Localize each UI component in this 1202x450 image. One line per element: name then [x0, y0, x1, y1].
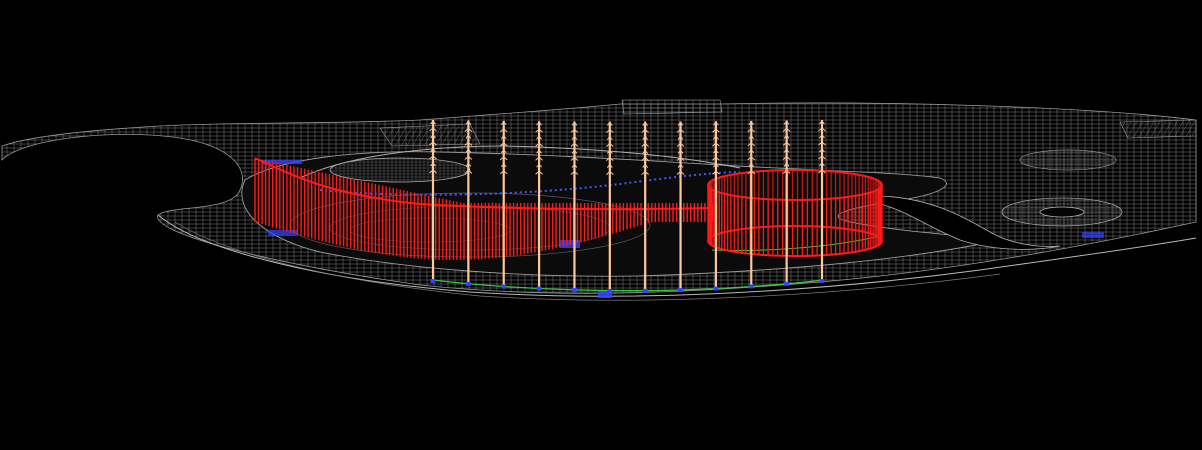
jet-nozzle — [465, 281, 471, 286]
jet-nozzle — [607, 288, 613, 293]
jet-nozzle — [430, 279, 436, 283]
stair-block-right — [1119, 119, 1197, 139]
jet-nozzle — [571, 288, 577, 293]
right-circle-upper — [1019, 149, 1117, 171]
stair-block-upper — [379, 123, 481, 147]
jet-nozzle — [784, 281, 790, 286]
jet-nozzle — [501, 284, 507, 289]
right-round-plaza-center — [1039, 206, 1085, 218]
jet-nozzle — [713, 286, 719, 291]
cad-3d-viewport[interactable] — [0, 0, 1202, 450]
fountain-3d-scene — [1, 99, 1197, 301]
building-block — [621, 99, 723, 115]
site-plan-linework — [1, 99, 1197, 301]
jet-nozzle — [819, 279, 825, 283]
jet-nozzle — [642, 288, 648, 293]
jet-nozzle — [678, 288, 684, 293]
jet-nozzle — [536, 286, 542, 291]
central-island — [329, 157, 471, 183]
jet-nozzle — [748, 284, 754, 289]
